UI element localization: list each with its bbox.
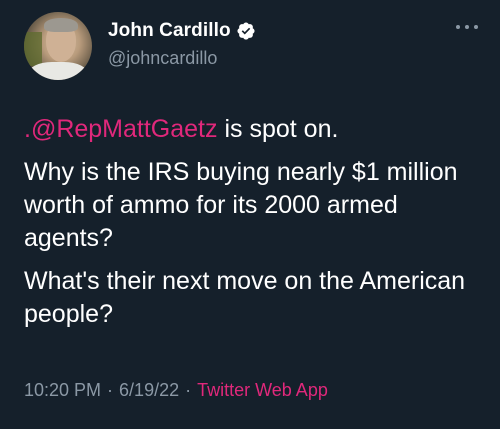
meta-separator: · <box>185 380 192 400</box>
tweet-time[interactable]: 10:20 PM <box>24 380 101 401</box>
avatar-hair <box>44 18 78 32</box>
avatar-background <box>24 32 42 66</box>
tweet-meta: 10:20 PM · 6/19/22 · Twitter Web App <box>24 380 328 401</box>
tweet-card: John Cardillo @johncardillo .@RepMattGae… <box>0 0 500 429</box>
tweet-paragraph: .@RepMattGaetz is spot on. <box>24 113 484 146</box>
author-name-row[interactable]: John Cardillo <box>108 20 256 42</box>
meta-separator: · <box>107 380 114 400</box>
author-handle[interactable]: @johncardillo <box>108 48 217 69</box>
author-display-name[interactable]: John Cardillo <box>108 20 231 42</box>
tweet-body: .@RepMattGaetz is spot on. Why is the IR… <box>24 113 484 341</box>
dot-icon <box>456 25 460 29</box>
mention-link[interactable]: .@RepMattGaetz <box>24 115 218 143</box>
tweet-text: is spot on. <box>217 115 339 143</box>
tweet-date[interactable]: 6/19/22 <box>119 380 179 401</box>
tweet-paragraph: Why is the IRS buying nearly $1 million … <box>24 158 458 252</box>
dot-icon <box>474 25 478 29</box>
tweet-source-link[interactable]: Twitter Web App <box>197 380 328 401</box>
verified-badge-icon <box>236 21 256 41</box>
more-options-icon[interactable] <box>456 22 478 32</box>
tweet-paragraph: What's their next move on the American p… <box>24 267 466 328</box>
avatar-shirt <box>28 62 88 80</box>
dot-icon <box>465 25 469 29</box>
avatar[interactable] <box>24 12 92 80</box>
